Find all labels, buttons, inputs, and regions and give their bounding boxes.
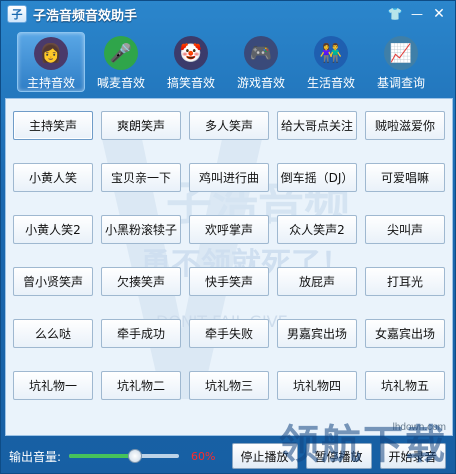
- sound-panel: 子浩音频 勇不领就死了！ DON'T FAIL GIVE 主持笑声爽朗笑声多人笑…: [5, 98, 453, 436]
- sound-button[interactable]: 坑礼物二: [101, 371, 181, 400]
- sound-button-grid: 主持笑声 爽朗笑声 多人笑声 给大哥点关注 贼啦滋爱你小黄人笑 宝贝亲一下 鸡叫进行曲 倒车摇…: [13, 111, 445, 400]
- tab-3[interactable]: 🎮 游戏音效: [227, 32, 295, 92]
- tab-5[interactable]: 📈 基调查询: [367, 32, 435, 92]
- sound-button[interactable]: 坑礼物三: [189, 371, 269, 400]
- stop-playback-button[interactable]: 停止播放: [231, 443, 298, 469]
- sound-button[interactable]: 给大哥点关注: [277, 111, 357, 140]
- sound-button[interactable]: 贼啦滋爱你: [365, 111, 445, 140]
- volume-slider[interactable]: [69, 449, 180, 463]
- sound-button[interactable]: 坑礼物五: [365, 371, 445, 400]
- volume-percent: 60%: [191, 449, 216, 463]
- monitor-chart-icon: 📈: [384, 36, 418, 70]
- sound-button[interactable]: 小黑粉滚犊子: [101, 215, 181, 244]
- category-tabs: 👩 主持音效 🎤 喊麦音效 🤡 搞笑音效 🎮 游戏音效 👫 生活音效 📈 基调查询: [17, 32, 435, 92]
- tab-1[interactable]: 🎤 喊麦音效: [87, 32, 155, 92]
- tab-label: 基调查询: [376, 76, 425, 90]
- sound-button[interactable]: 么么哒: [13, 319, 93, 348]
- funny-face-icon: 🤡: [174, 36, 208, 70]
- sound-button[interactable]: 尖叫声: [365, 215, 445, 244]
- sound-button[interactable]: 爽朗笑声: [101, 111, 181, 140]
- sound-button[interactable]: 曾小贤笑声: [13, 267, 93, 296]
- sound-button[interactable]: 坑礼物一: [13, 371, 93, 400]
- volume-slider-fill: [69, 454, 136, 458]
- sound-button[interactable]: 打耳光: [365, 267, 445, 296]
- title-bar[interactable]: 子 子浩音频音效助手 👕 — ✕: [1, 1, 455, 27]
- sound-button[interactable]: 男嘉宾出场: [277, 319, 357, 348]
- sound-button[interactable]: 坑礼物四: [277, 371, 357, 400]
- close-icon[interactable]: ✕: [429, 5, 449, 23]
- start-recording-button[interactable]: 开始录音: [379, 443, 446, 469]
- window-controls: 👕 — ✕: [385, 5, 449, 23]
- sound-button[interactable]: 众人笑声2: [277, 215, 357, 244]
- sound-button[interactable]: 快手笑声: [189, 267, 269, 296]
- site-watermark: lhdown.com: [392, 422, 446, 433]
- bottom-bar: 输出音量: 60% 停止播放 暂停播放 开始录音: [1, 439, 455, 473]
- microphone-icon: 🎤: [104, 36, 138, 70]
- tab-2[interactable]: 🤡 搞笑音效: [157, 32, 225, 92]
- sound-button[interactable]: 欢呼掌声: [189, 215, 269, 244]
- sound-button[interactable]: 倒车摇（DJ）: [277, 163, 357, 192]
- app-logo-icon: 子: [7, 5, 27, 23]
- sound-button[interactable]: 小黄人笑: [13, 163, 93, 192]
- tab-label: 主持音效: [26, 76, 75, 90]
- sound-button[interactable]: 牵手失败: [189, 319, 269, 348]
- app-window: 子 子浩音频音效助手 👕 — ✕ 👩 主持音效 🎤 喊麦音效 🤡 搞笑音效 🎮 游戏音效 👫 生活…: [0, 0, 456, 474]
- game-console-icon: 🎮: [244, 36, 278, 70]
- window-title: 子浩音频音效助手: [33, 8, 138, 24]
- sound-button[interactable]: 欠揍笑声: [101, 267, 181, 296]
- people-icon: 👫: [314, 36, 348, 70]
- tab-4[interactable]: 👫 生活音效: [297, 32, 365, 92]
- sound-button[interactable]: 多人笑声: [189, 111, 269, 140]
- skin-icon[interactable]: 👕: [385, 5, 405, 23]
- tab-0[interactable]: 👩 主持音效: [17, 32, 85, 92]
- sound-button[interactable]: 可爱唱嘛: [365, 163, 445, 192]
- sound-button[interactable]: 小黄人笑2: [13, 215, 93, 244]
- host-avatar-icon: 👩: [34, 37, 68, 70]
- tab-label: 游戏音效: [236, 76, 285, 90]
- sound-button[interactable]: 鸡叫进行曲: [189, 163, 269, 192]
- sound-button[interactable]: 女嘉宾出场: [365, 319, 445, 348]
- sound-button[interactable]: 牵手成功: [101, 319, 181, 348]
- sound-button[interactable]: 主持笑声: [13, 111, 93, 140]
- volume-slider-thumb[interactable]: [128, 449, 143, 463]
- sound-button[interactable]: 宝贝亲一下: [101, 163, 181, 192]
- tab-label: 喊麦音效: [96, 76, 145, 90]
- tab-label: 搞笑音效: [166, 76, 215, 90]
- pause-playback-button[interactable]: 暂停播放: [305, 443, 372, 469]
- volume-label: 输出音量:: [9, 449, 62, 464]
- sound-button[interactable]: 放屁声: [277, 267, 357, 296]
- tab-label: 生活音效: [306, 76, 355, 90]
- minimize-icon[interactable]: —: [407, 5, 427, 23]
